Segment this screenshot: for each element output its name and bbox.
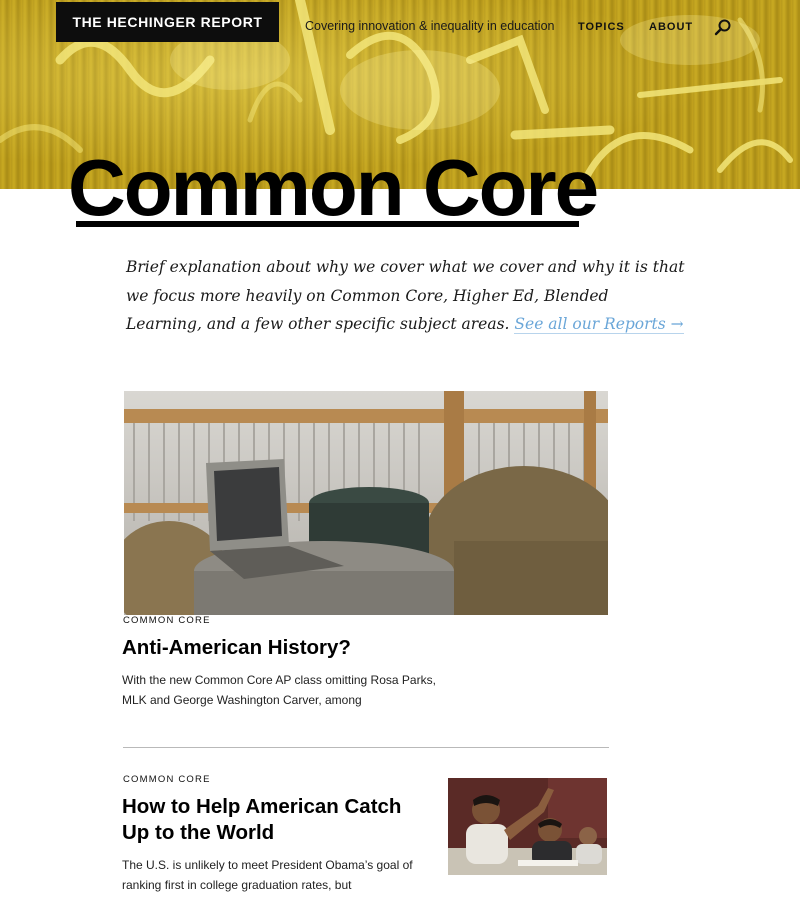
article-headline[interactable]: Anti-American History?	[122, 635, 502, 661]
site-logo[interactable]: THE HECHINGER REPORT	[56, 2, 279, 42]
search-icon[interactable]	[714, 18, 732, 36]
article-image-hay-barn[interactable]	[124, 391, 608, 615]
barn-photo	[124, 391, 608, 615]
intro-paragraph: Brief explanation about why we cover wha…	[126, 253, 686, 339]
article-excerpt: With the new Common Core AP class omitti…	[122, 673, 436, 707]
site-tagline: Covering innovation & inequality in educ…	[305, 19, 555, 33]
article-category[interactable]: COMMON CORE	[123, 615, 211, 626]
article-divider	[123, 747, 609, 748]
title-underline	[76, 221, 579, 227]
nav-topics[interactable]: TOPICS	[578, 21, 625, 33]
article-image-classroom[interactable]	[448, 778, 607, 875]
article-excerpt: The U.S. is unlikely to meet President O…	[122, 858, 413, 892]
see-all-reports-link[interactable]: See all our Reports →	[514, 315, 684, 334]
classroom-photo	[448, 778, 607, 875]
article-headline[interactable]: How to Help American Catch Up to the Wor…	[122, 794, 432, 846]
article-category[interactable]: COMMON CORE	[123, 774, 211, 785]
nav-about[interactable]: ABOUT	[649, 21, 693, 33]
